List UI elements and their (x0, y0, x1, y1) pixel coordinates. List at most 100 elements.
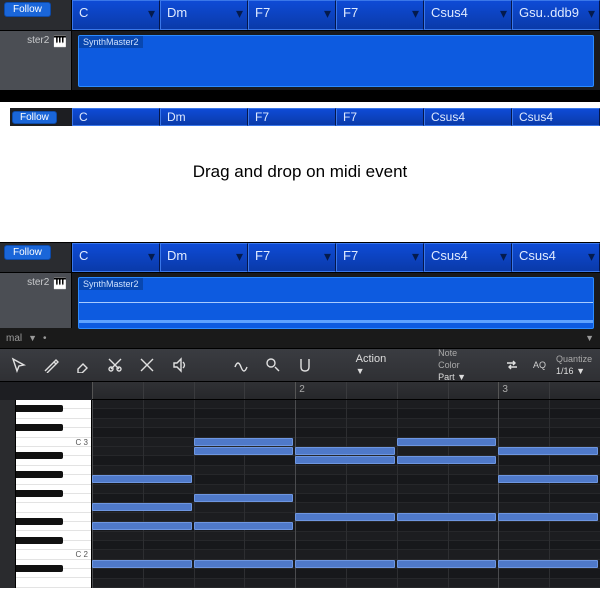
draw-tool-icon[interactable] (40, 354, 62, 376)
chord-block[interactable]: F7▾ (336, 243, 424, 272)
mute-tool-icon[interactable] (136, 354, 158, 376)
chord-block[interactable]: C▾ (72, 243, 160, 272)
chord-block[interactable]: Gsu..ddb9▾ (512, 0, 600, 30)
midi-note[interactable] (92, 522, 192, 530)
note-grid[interactable] (92, 400, 600, 588)
chord-label: Dm (167, 5, 187, 20)
bar-number: 3 (498, 382, 508, 399)
chord-track[interactable]: CDmF7F7Csus4Csus4 (72, 108, 600, 126)
bar-number: 2 (295, 382, 305, 399)
midi-note[interactable] (498, 513, 598, 521)
follow-cell: Follow (0, 243, 72, 272)
white-key[interactable] (16, 578, 91, 587)
midi-note[interactable] (397, 456, 497, 464)
midi-note[interactable] (397, 438, 497, 446)
chevron-down-icon: ▾ (236, 248, 243, 265)
chord-block[interactable]: Dm (160, 108, 248, 126)
chevron-down-icon: ▾ (236, 5, 243, 22)
track-header[interactable]: ster2 🎹 (0, 273, 72, 328)
midi-note[interactable] (397, 560, 497, 568)
black-key[interactable] (16, 494, 91, 503)
swap-icon[interactable] (501, 354, 523, 376)
midi-note[interactable] (92, 503, 192, 511)
midi-note[interactable] (194, 522, 294, 530)
note-color-setting[interactable]: Note Color Part ▼ (438, 347, 481, 383)
aq-label[interactable]: AQ (533, 360, 546, 370)
chord-block[interactable]: F7 (248, 108, 336, 126)
octave-label: C 3 (76, 438, 88, 447)
midi-note[interactable] (498, 475, 598, 483)
mode-label: mal (6, 333, 22, 344)
chord-block[interactable]: Csus4▾ (424, 0, 512, 30)
chord-label: C (79, 248, 88, 263)
track-header[interactable]: ster2 🎹 (0, 31, 72, 90)
chord-block[interactable]: Csus4 (512, 108, 600, 126)
chord-block[interactable]: C (72, 108, 160, 126)
chevron-down-icon: ▾ (148, 248, 155, 265)
erase-tool-icon[interactable] (72, 354, 94, 376)
midi-note[interactable] (194, 438, 294, 446)
white-key[interactable] (16, 503, 91, 512)
chord-block[interactable]: Dm ▾ (160, 0, 248, 30)
black-key[interactable] (16, 456, 91, 465)
midi-clip[interactable]: SynthMaster2 (78, 277, 594, 329)
chevron-down-icon: ▾ (500, 5, 507, 22)
setting-label: Quantize (556, 353, 592, 365)
midi-note[interactable] (194, 560, 294, 568)
drop-area: Follow CDmF7F7Csus4Csus4 Drag and drop o… (0, 102, 600, 242)
chord-block[interactable]: F7▾ (248, 0, 336, 30)
black-key[interactable] (16, 409, 91, 418)
snap-tool-icon[interactable] (294, 354, 316, 376)
midi-note[interactable] (498, 447, 598, 455)
midi-note[interactable] (295, 513, 395, 521)
audition-tool-icon[interactable] (168, 354, 190, 376)
cut-tool-icon[interactable] (104, 354, 126, 376)
chord-block[interactable]: Csus4▾ (424, 243, 512, 272)
chord-block[interactable]: F7▾ (248, 243, 336, 272)
chevron-down-icon[interactable]: ▼ (28, 333, 37, 343)
chord-block[interactable]: Dm▾ (160, 243, 248, 272)
chord-block[interactable]: C▾ (72, 0, 160, 30)
chord-block[interactable]: Csus4 (424, 108, 512, 126)
piano-icon: 🎹 (53, 35, 67, 48)
midi-note[interactable] (295, 560, 395, 568)
midi-note[interactable] (92, 560, 192, 568)
follow-cell: Follow (0, 0, 72, 30)
midi-note[interactable] (498, 560, 598, 568)
chord-block[interactable]: F7▾ (336, 0, 424, 30)
chord-track[interactable]: C▾Dm▾F7▾F7▾Csus4▾Gsu..ddb9▾ (72, 0, 600, 30)
chord-block[interactable]: F7 (336, 108, 424, 126)
black-key[interactable] (16, 428, 91, 437)
arrangement-top: Follow C▾Dm▾F7▾F7▾Csus4▾Gsu..ddb9▾ ster2… (0, 0, 600, 90)
black-key[interactable] (16, 569, 91, 578)
black-key[interactable] (16, 541, 91, 550)
midi-note[interactable] (92, 475, 192, 483)
clip-waveform (79, 320, 593, 323)
follow-button[interactable]: Follow (4, 2, 51, 17)
chevron-down-icon[interactable]: ▼ (585, 333, 594, 343)
time-ruler[interactable]: 23 (92, 382, 600, 400)
dot-icon: • (43, 333, 47, 344)
quantize-setting[interactable]: Quantize 1/16 ▼ (556, 353, 592, 377)
midi-note[interactable] (295, 456, 395, 464)
arrow-tool-icon[interactable] (8, 354, 30, 376)
follow-button[interactable]: Follow (12, 111, 57, 124)
midi-clip[interactable]: SynthMaster2 (78, 35, 594, 87)
midi-note[interactable] (397, 513, 497, 521)
piano-keyboard[interactable]: C 3C 2 (16, 400, 92, 588)
midi-note[interactable] (295, 447, 395, 455)
action-menu[interactable]: Action ▼ (356, 353, 398, 377)
midi-note[interactable] (194, 447, 294, 455)
chord-track[interactable]: C▾Dm▾F7▾F7▾Csus4▾Csus4▾ (72, 243, 600, 272)
clip-title: SynthMaster2 (79, 278, 143, 290)
chevron-down-icon: ▾ (500, 248, 507, 265)
zoom-tool-icon[interactable] (262, 354, 284, 376)
midi-note[interactable] (194, 494, 294, 502)
chord-label: Csus4 (431, 110, 465, 124)
chord-label: F7 (343, 110, 357, 124)
curve-tool-icon[interactable] (230, 354, 252, 376)
black-key[interactable] (16, 522, 91, 531)
chord-block[interactable]: Csus4▾ (512, 243, 600, 272)
follow-button[interactable]: Follow (4, 245, 51, 260)
black-key[interactable] (16, 475, 91, 484)
